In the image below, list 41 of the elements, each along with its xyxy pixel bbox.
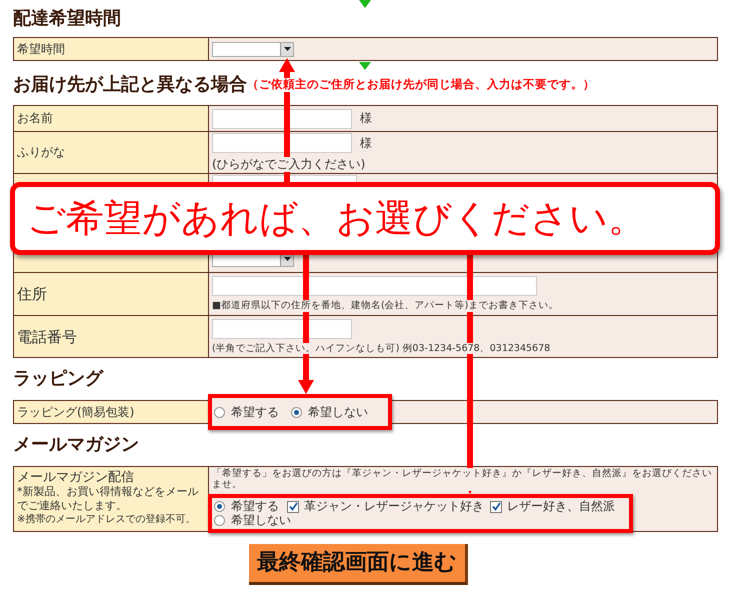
checkbox[interactable] — [490, 500, 502, 512]
field-label: ふりがな — [17, 145, 65, 160]
radio-button[interactable] — [214, 501, 225, 512]
section-heading: 配達希望時間 — [13, 8, 121, 30]
callout-tooltip: ご希望があれば、お選びください。 — [10, 182, 720, 255]
submit-button[interactable]: 最終確認画面に進む — [249, 544, 468, 586]
notice-text: ※携帯のメールアドレスでの登録不可。 — [17, 512, 196, 527]
field-label: 希望時間 — [17, 42, 65, 56]
suffix-text: 様 — [360, 136, 372, 150]
select-field[interactable] — [212, 42, 294, 57]
hint-text: (半角でご記入下さい。ハイフンなしも可) 例03-1234-5678、0312345678 — [212, 342, 550, 354]
text-input[interactable] — [212, 276, 537, 296]
description-text: *新製品、お買い得情報などをメールでご連絡いたします。 — [17, 484, 200, 513]
field-label: ラッピング(簡易包装) — [17, 404, 134, 419]
option-label: 希望しない — [308, 404, 368, 419]
text-input[interactable] — [212, 108, 352, 128]
option-label: 革ジャン・レザージャケット好き — [304, 498, 484, 513]
hint-text: (ひらがなでご入力ください) — [212, 157, 366, 172]
option-label: レザー好き、自然派 — [507, 498, 615, 513]
field-label: メールマガジン配信 — [17, 470, 135, 485]
option-label: 希望する — [231, 404, 279, 419]
field-label: 住所 — [17, 285, 47, 303]
section-heading: ラッピング — [13, 368, 103, 390]
radio-button[interactable] — [291, 407, 302, 418]
caret-icon — [284, 47, 290, 52]
marker-icon — [359, 0, 371, 8]
text-input[interactable] — [212, 318, 352, 339]
instruction-text: 「希望する」をお選びの方は『革ジャン・レザージャケット好き』か『レザー好き、自然派』をお選びくださいませ。 — [212, 468, 714, 491]
section-heading: メールマガジン — [13, 434, 139, 456]
radio-button[interactable] — [214, 515, 225, 526]
option-label: 希望しない — [231, 513, 291, 528]
option-label: 希望する — [231, 498, 279, 513]
checkbox[interactable] — [287, 500, 299, 512]
radio-button[interactable] — [214, 407, 225, 418]
text-input[interactable] — [212, 133, 352, 154]
caret-icon — [284, 257, 290, 262]
suffix-text: 様 — [360, 110, 372, 125]
field-label: 電話番号 — [17, 328, 77, 346]
marker-icon — [359, 62, 371, 70]
section-heading: お届け先が上記と異なる場合 — [13, 74, 247, 96]
field-label: お名前 — [17, 111, 53, 126]
